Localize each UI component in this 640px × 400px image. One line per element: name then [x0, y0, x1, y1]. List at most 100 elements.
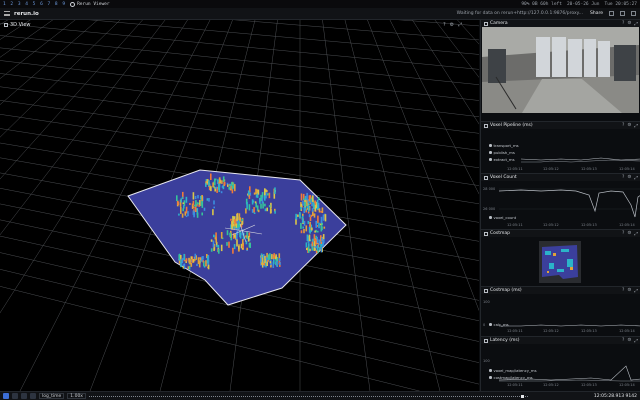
active-app[interactable]: Rerun Viewer	[70, 1, 110, 7]
voxel	[312, 195, 314, 202]
voxel-pipeline-panel[interactable]: Voxel Pipeline (ms) ? ⚙ ⤢ transport_ms p…	[481, 122, 640, 174]
voxel-pipeline-title: Voxel Pipeline (ms)	[490, 123, 533, 128]
voxel	[315, 220, 317, 228]
voxel	[295, 218, 297, 225]
hamburger-menu-icon[interactable]	[4, 11, 10, 16]
time-scrubber[interactable]	[88, 394, 591, 398]
voxel	[189, 203, 191, 205]
voxel-count-tools: ? ⚙ ⤢	[622, 175, 640, 181]
voxel	[214, 237, 217, 240]
step-back-button[interactable]	[12, 393, 18, 399]
step-forward-button[interactable]	[21, 393, 27, 399]
loop-button[interactable]	[30, 393, 36, 399]
voxel	[196, 263, 198, 266]
maximize-icon[interactable]: ⤢	[634, 338, 638, 344]
voxel	[308, 234, 311, 242]
x-tick: 12:05:13	[581, 223, 597, 227]
legend-item: publish_ms	[489, 150, 515, 155]
settings-icon[interactable]: ⚙	[627, 288, 631, 294]
toggle-bottom-panel-icon[interactable]	[620, 11, 625, 16]
voxel	[253, 207, 255, 213]
grid-line	[352, 20, 479, 391]
grid-line	[366, 20, 479, 391]
voxel	[208, 180, 210, 187]
grid-line	[364, 20, 479, 391]
camera-panel[interactable]: Camera ? ⚙ ⤢	[481, 20, 640, 122]
play-button[interactable]	[3, 393, 9, 399]
timeline-selector[interactable]: log_time	[39, 393, 65, 399]
settings-icon[interactable]: ⚙	[627, 123, 631, 129]
voxel	[271, 254, 273, 260]
voxel	[183, 205, 185, 209]
voxel	[307, 245, 310, 253]
help-icon[interactable]: ?	[443, 22, 446, 28]
voxel	[302, 226, 304, 229]
help-icon[interactable]: ?	[622, 21, 624, 27]
legend-label: calc_ms	[493, 322, 509, 327]
maximize-icon[interactable]: ⤢	[634, 175, 638, 181]
voxel	[185, 258, 188, 262]
3d-view[interactable]	[0, 20, 479, 391]
voxel	[210, 173, 212, 180]
voxel	[228, 241, 230, 248]
toggle-right-panel-icon[interactable]	[631, 11, 636, 16]
maximize-icon[interactable]: ⤢	[634, 123, 638, 129]
help-icon[interactable]: ?	[622, 175, 624, 181]
grid-line	[322, 20, 479, 391]
grid-line	[0, 35, 479, 85]
voxel	[194, 195, 197, 200]
voxel-pipeline-tools: ? ⚙ ⤢	[622, 123, 640, 129]
voxel	[253, 192, 256, 195]
help-icon[interactable]: ?	[622, 288, 624, 294]
voxel	[246, 247, 248, 251]
toggle-left-panel-icon[interactable]	[609, 11, 614, 16]
share-button[interactable]: Share	[590, 11, 603, 16]
settings-icon[interactable]: ⚙	[627, 21, 631, 27]
system-status: 90% 0B 60h left 20-05-26 Jun Tue 20:05:2…	[521, 2, 637, 7]
costmap-panel[interactable]: Costmap ? ⚙ ⤢	[481, 230, 640, 287]
voxel	[222, 176, 225, 182]
legend-label: extract_ms	[493, 157, 515, 162]
legend-dot	[489, 158, 492, 161]
settings-icon[interactable]: ⚙	[450, 22, 454, 28]
grid-line	[316, 20, 479, 391]
maximize-icon[interactable]: ⤢	[634, 288, 638, 294]
settings-icon[interactable]: ⚙	[627, 231, 631, 237]
maximize-icon[interactable]: ⤢	[634, 231, 638, 237]
voxel	[252, 200, 254, 203]
costmap-image	[539, 241, 581, 283]
timeline-bar: log_time 1.00x 12:05:28.913 9142	[0, 391, 640, 400]
voxel	[176, 195, 178, 201]
help-icon[interactable]: ?	[622, 338, 624, 344]
voxel	[323, 226, 326, 229]
legend-dot	[489, 376, 492, 379]
voxel	[220, 191, 223, 194]
voxel	[306, 247, 308, 251]
help-icon[interactable]: ?	[622, 231, 624, 237]
x-tick: 12:05:11	[507, 329, 523, 333]
3d-view-title: 3D View	[4, 22, 31, 28]
help-icon[interactable]: ?	[622, 123, 624, 129]
voxel-count-panel[interactable]: Voxel Count ? ⚙ ⤢ 28 000 26 000 voxel_co…	[481, 174, 640, 230]
maximize-icon[interactable]: ⤢	[458, 22, 462, 28]
maximize-icon[interactable]: ⤢	[634, 21, 638, 27]
3d-scene[interactable]	[0, 20, 479, 391]
voxel	[245, 235, 247, 238]
grid-line	[0, 73, 479, 134]
settings-icon[interactable]: ⚙	[627, 338, 631, 344]
grid-line	[328, 20, 479, 391]
voxel	[267, 254, 270, 261]
voxel	[181, 213, 184, 218]
grid-line	[368, 20, 479, 391]
workspace-indicator[interactable]: 1 2 3 4 5 6 7 8 9	[3, 2, 66, 7]
chart-icon	[484, 123, 488, 128]
voxel	[239, 217, 242, 221]
time-cursor[interactable]	[520, 394, 524, 398]
latency-panel[interactable]: Latency (ms) ? ⚙ ⤢ 100 voxel_map/latency…	[481, 337, 640, 391]
voxel	[315, 238, 317, 245]
voxel	[216, 244, 218, 247]
grid-line	[0, 86, 479, 151]
settings-icon[interactable]: ⚙	[627, 175, 631, 181]
playback-speed[interactable]: 1.00x	[67, 393, 86, 399]
costmap-ms-panel[interactable]: Costmap (ms) ? ⚙ ⤢ 100 0 calc_ms 12:05:1…	[481, 287, 640, 337]
